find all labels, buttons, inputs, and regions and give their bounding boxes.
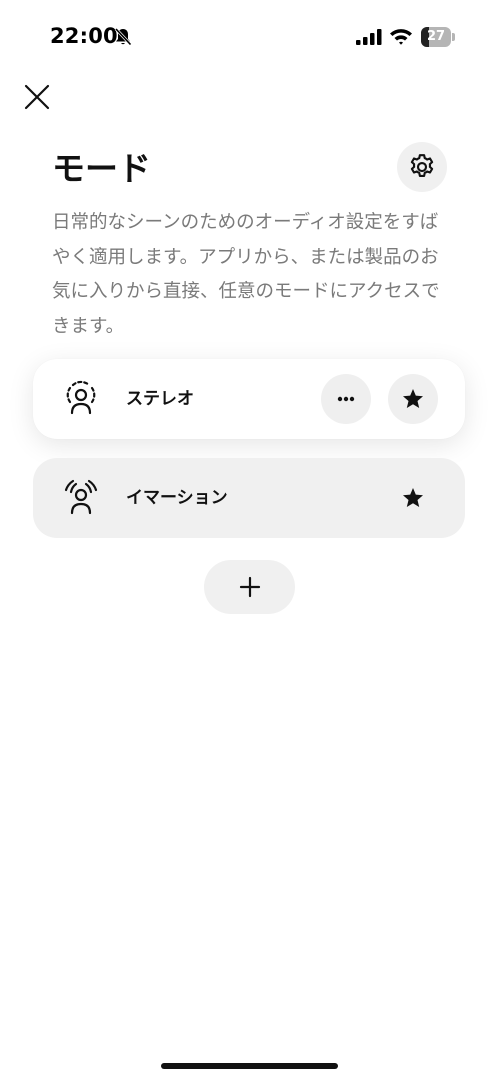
close-icon [24, 84, 50, 110]
status-bar: 22:00 27 [0, 0, 499, 76]
mode-label: ステレオ [126, 389, 194, 409]
home-indicator[interactable] [161, 1063, 338, 1069]
battery-indicator: 27 [421, 27, 455, 47]
favorite-button[interactable] [388, 374, 438, 424]
cellular-signal-icon [356, 29, 382, 45]
star-icon [403, 488, 423, 507]
settings-button[interactable] [397, 142, 447, 192]
mode-card-stereo[interactable]: ステレオ [33, 359, 465, 439]
more-dots-icon [337, 396, 355, 402]
stereo-person-icon [66, 380, 96, 415]
mode-card-immersion[interactable]: イマーション [33, 458, 465, 538]
page-description: 日常的なシーンのためのオーディオ設定をすばやく適用します。アプリから、または製品… [52, 212, 440, 337]
immersion-person-icon [64, 479, 98, 515]
star-icon [403, 389, 423, 408]
bell-muted-icon [114, 27, 132, 46]
close-button[interactable] [20, 80, 54, 114]
gear-icon [410, 154, 434, 177]
favorite-button[interactable] [388, 473, 438, 523]
wifi-icon [390, 29, 412, 45]
page-title: モード [52, 149, 151, 188]
plus-icon [239, 576, 260, 598]
more-options-button[interactable] [321, 374, 371, 424]
add-mode-button[interactable] [204, 560, 295, 614]
status-time: 22:00 [50, 24, 118, 48]
mode-label: イマーション [126, 488, 228, 508]
battery-level: 27 [426, 29, 446, 44]
